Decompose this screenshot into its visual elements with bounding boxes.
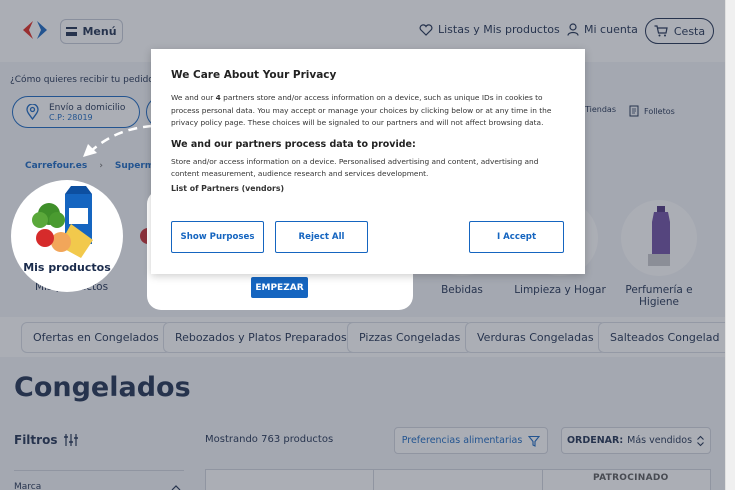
category-perfumery[interactable]: Perfumería e Higiene (616, 200, 702, 308)
lists-label: Listas y Mis productos (438, 23, 560, 36)
chip-pizzas[interactable]: Pizzas Congeladas (347, 322, 473, 353)
mis-productos-label: Mis productos (23, 261, 111, 274)
sort-label: ORDENAR: (566, 435, 624, 446)
sort-dropdown[interactable]: ORDENAR: Más vendidos (561, 427, 711, 454)
privacy-body-start: We and our (171, 93, 216, 102)
chip-salteados[interactable]: Salteados Congelad (598, 322, 725, 353)
scrollbar[interactable] (725, 0, 735, 490)
home-delivery-label: Envío a domicilio (49, 102, 126, 113)
list-of-partners-link[interactable]: List of Partners (vendors) (171, 184, 565, 193)
leaflet-icon (629, 105, 639, 117)
carrefour-logo[interactable] (20, 19, 50, 41)
brand-filter[interactable]: Marca (14, 470, 184, 490)
category-label: Perfumería e Higiene (625, 284, 693, 308)
breadcrumb-home[interactable]: Carrefour.es (25, 161, 87, 171)
menu-button[interactable]: Menú (60, 19, 123, 44)
divider (542, 470, 543, 490)
privacy-body-end: partners store and/or access information… (171, 93, 552, 128)
heart-icon (419, 23, 433, 36)
preferences-label: Preferencias alimentarias (401, 435, 523, 446)
cart-label: Cesta (673, 24, 706, 38)
filter-funnel-icon (528, 435, 541, 447)
groceries-icon (32, 186, 93, 258)
filters-label: Filtros (14, 433, 58, 447)
category-label: Limpieza y Hogar (514, 284, 606, 296)
mis-productos-highlight[interactable]: Mis productos (11, 180, 123, 292)
hamburger-icon (66, 27, 78, 36)
menu-label: Menú (82, 25, 117, 38)
privacy-body: We and our 4 partners store and/or acces… (171, 92, 565, 130)
breadcrumb-separator-icon: › (99, 161, 103, 171)
leaflets-label: Folletos (644, 106, 675, 116)
category-image (621, 200, 697, 276)
stores-label: Tiendas (585, 105, 617, 114)
dietary-preferences-button[interactable]: Preferencias alimentarias (394, 427, 548, 454)
privacy-purposes: Store and/or access information on a dev… (171, 156, 539, 179)
tour-arrow-icon (83, 124, 153, 157)
sort-chevrons-icon (697, 435, 704, 446)
chip-rebozados[interactable]: Rebozados y Platos Preparados (163, 322, 359, 353)
brand-label: Marca (14, 482, 42, 490)
page-title: Congelados (14, 372, 191, 403)
chip-verduras[interactable]: Verduras Congeladas (465, 322, 606, 353)
sliders-icon (64, 434, 79, 446)
chip-ofertas[interactable]: Ofertas en Congelados (21, 322, 171, 353)
privacy-title: We Care About Your Privacy (171, 69, 337, 81)
start-tour-button[interactable]: EMPEZAR (251, 277, 308, 298)
delivery-question: ¿Cómo quieres recibir tu pedido (10, 75, 154, 85)
stores-link[interactable]: Tiendas (585, 105, 616, 114)
chevron-up-icon (171, 485, 181, 490)
cart-button[interactable]: Cesta (645, 18, 714, 44)
shampoo-bottle-icon (648, 206, 670, 266)
cart-icon (654, 25, 668, 37)
divider (373, 470, 374, 490)
lists-link[interactable]: Listas y Mis productos (419, 23, 560, 36)
show-purposes-button[interactable]: Show Purposes (171, 221, 264, 253)
location-pin-icon (26, 104, 39, 120)
privacy-dialog: We Care About Your Privacy We and our 4 … (151, 49, 585, 274)
results-count: Mostrando 763 productos (205, 434, 334, 445)
sort-value: Más vendidos (627, 435, 693, 446)
category-label: Bebidas (441, 284, 483, 296)
filters-toggle[interactable]: Filtros (14, 433, 79, 447)
account-link[interactable]: Mi cuenta (567, 23, 638, 36)
sponsored-label: PATROCINADO (593, 473, 669, 483)
leaflets-link[interactable]: Folletos (629, 105, 675, 117)
user-icon (567, 23, 579, 36)
reject-all-button[interactable]: Reject All (275, 221, 368, 253)
account-label: Mi cuenta (584, 23, 638, 36)
accept-button[interactable]: I Accept (469, 221, 564, 253)
breadcrumb: Carrefour.es › Supermer (25, 161, 165, 171)
privacy-subtitle: We and our partners process data to prov… (171, 138, 416, 150)
